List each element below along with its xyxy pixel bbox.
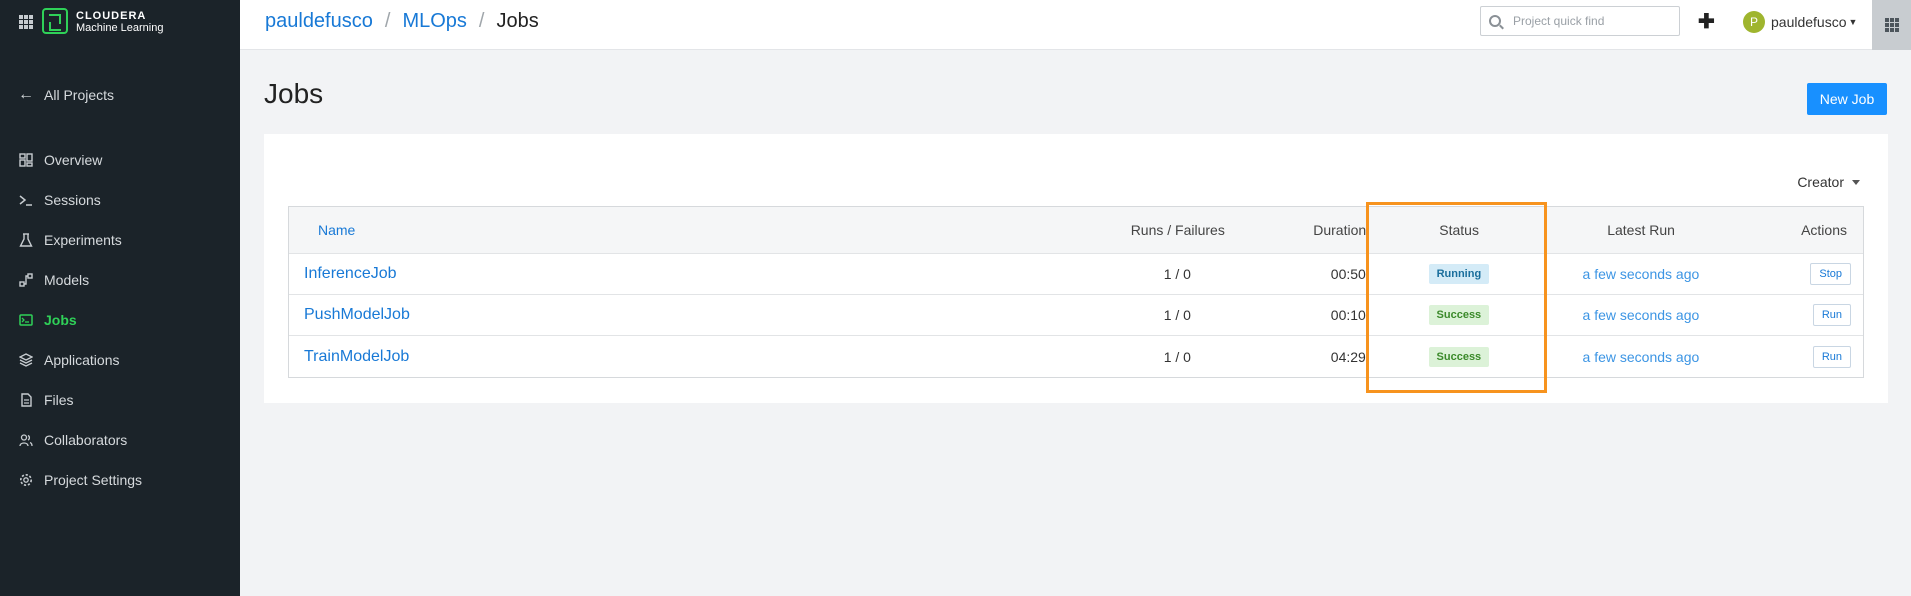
sidebar-item-label: Models bbox=[44, 272, 90, 288]
run-button[interactable]: Run bbox=[1812, 304, 1851, 326]
latest-run-link[interactable]: a few seconds ago bbox=[1583, 266, 1700, 282]
creator-filter-dropdown[interactable]: Creator bbox=[1797, 174, 1860, 190]
sidebar-item-jobs[interactable]: Jobs bbox=[0, 300, 240, 340]
column-header-actions: Actions bbox=[1801, 222, 1847, 238]
sidebar-item-experiments[interactable]: Experiments bbox=[0, 220, 240, 260]
job-name-link[interactable]: PushModelJob bbox=[304, 306, 410, 323]
project-quick-find[interactable] bbox=[1480, 6, 1680, 36]
column-header-name[interactable]: Name bbox=[289, 222, 1085, 238]
avatar: P bbox=[1743, 11, 1765, 33]
layers-icon bbox=[18, 352, 34, 368]
user-name: pauldefusco bbox=[1771, 14, 1847, 30]
duration: 04:29 bbox=[1330, 348, 1366, 365]
stop-button[interactable]: Stop bbox=[1810, 263, 1851, 285]
breadcrumb-user[interactable]: pauldefusco bbox=[265, 10, 373, 33]
duration: 00:10 bbox=[1330, 307, 1366, 323]
status-badge: Success bbox=[1428, 305, 1490, 325]
jobs-panel: Creator Name Runs / Failures Duration St… bbox=[264, 134, 1888, 403]
sidebar-item-label: Sessions bbox=[44, 192, 101, 208]
table-row: PushModelJob 1 / 0 00:10 Success a few s… bbox=[289, 295, 1863, 336]
search-icon bbox=[1489, 15, 1501, 27]
gear-icon bbox=[18, 472, 34, 488]
user-menu[interactable]: P pauldefusco ▼ bbox=[1743, 11, 1857, 33]
file-icon bbox=[18, 392, 34, 408]
sidebar-item-label: Collaborators bbox=[44, 432, 128, 448]
flask-icon bbox=[18, 232, 34, 248]
creator-filter-label: Creator bbox=[1797, 174, 1844, 190]
sidebar-item-sessions[interactable]: Sessions bbox=[0, 180, 240, 220]
apps-grid-button[interactable] bbox=[1872, 0, 1911, 50]
latest-run-link[interactable]: a few seconds ago bbox=[1583, 349, 1700, 365]
sidebar: CLOUDERA Machine Learning ← All Projects… bbox=[0, 0, 240, 596]
sidebar-item-models[interactable]: Models bbox=[0, 260, 240, 300]
sidebar-item-overview[interactable]: Overview bbox=[0, 140, 240, 180]
column-header-latest-run: Latest Run bbox=[1607, 222, 1675, 238]
job-name-link[interactable]: InferenceJob bbox=[304, 265, 397, 282]
runs-failures: 1 / 0 bbox=[1163, 348, 1191, 365]
caret-down-icon: ▼ bbox=[1848, 17, 1858, 27]
breadcrumb-separator: / bbox=[478, 10, 485, 32]
status-badge: Success bbox=[1428, 346, 1490, 367]
table-row: InferenceJob 1 / 0 00:50 Running a few s… bbox=[289, 254, 1863, 295]
sidebar-item-label: Applications bbox=[44, 352, 120, 368]
models-icon bbox=[18, 272, 34, 288]
dashboard-icon bbox=[18, 152, 34, 168]
latest-run-link[interactable]: a few seconds ago bbox=[1583, 307, 1700, 323]
chevron-down-icon bbox=[1852, 179, 1860, 185]
table-header: Name Runs / Failures Duration Status Lat… bbox=[289, 207, 1863, 254]
column-header-runs: Runs / Failures bbox=[1130, 222, 1225, 238]
breadcrumb-current: Jobs bbox=[496, 10, 539, 32]
cloudera-logo-icon bbox=[42, 8, 68, 34]
sidebar-item-collaborators[interactable]: Collaborators bbox=[0, 420, 240, 460]
status-badge: Running bbox=[1428, 264, 1490, 284]
brand-text: CLOUDERA Machine Learning bbox=[76, 10, 163, 34]
app-launcher-icon[interactable] bbox=[19, 15, 33, 29]
sidebar-item-label: Experiments bbox=[44, 232, 122, 248]
column-header-duration: Duration bbox=[1313, 222, 1367, 238]
sidebar-item-applications[interactable]: Applications bbox=[0, 340, 240, 380]
terminal-icon bbox=[18, 192, 34, 208]
sidebar-item-project-settings[interactable]: Project Settings bbox=[0, 460, 240, 500]
brand-header: CLOUDERA Machine Learning bbox=[0, 0, 240, 44]
all-projects-link[interactable]: ← All Projects bbox=[18, 86, 114, 104]
column-header-status: Status bbox=[1439, 222, 1479, 238]
job-name-link[interactable]: TrainModelJob bbox=[304, 348, 409, 365]
sidebar-item-files[interactable]: Files bbox=[0, 380, 240, 420]
sidebar-item-label: Jobs bbox=[44, 312, 77, 328]
brand-name: CLOUDERA bbox=[76, 10, 147, 22]
brand-product: Machine Learning bbox=[76, 22, 164, 34]
top-bar: pauldefusco / MLOps / Jobs ✚ P pauldefus… bbox=[240, 0, 1911, 50]
search-input[interactable] bbox=[1513, 14, 1673, 28]
users-icon bbox=[18, 432, 34, 448]
jobs-table: Name Runs / Failures Duration Status Lat… bbox=[288, 206, 1864, 378]
new-job-button[interactable]: New Job bbox=[1807, 83, 1887, 115]
run-button[interactable]: Run bbox=[1812, 345, 1851, 368]
all-projects-label: All Projects bbox=[44, 87, 115, 103]
breadcrumb-separator: / bbox=[384, 10, 391, 32]
sidebar-item-label: Project Settings bbox=[44, 472, 143, 488]
grid-icon bbox=[1884, 18, 1899, 32]
page-title: Jobs bbox=[264, 78, 324, 109]
duration: 00:50 bbox=[1330, 266, 1366, 282]
jobs-icon bbox=[18, 312, 34, 328]
sidebar-item-label: Overview bbox=[44, 152, 103, 168]
breadcrumb-project[interactable]: MLOps bbox=[402, 10, 466, 33]
breadcrumb: pauldefusco / MLOps / Jobs bbox=[265, 10, 539, 33]
table-row: TrainModelJob 1 / 0 04:29 Success a few … bbox=[289, 336, 1863, 377]
arrow-left-icon: ← bbox=[18, 86, 34, 103]
sidebar-nav: Overview Sessions Experiments Models Job… bbox=[0, 140, 240, 500]
runs-failures: 1 / 0 bbox=[1163, 266, 1191, 282]
runs-failures: 1 / 0 bbox=[1163, 307, 1191, 323]
sidebar-item-label: Files bbox=[44, 392, 74, 408]
add-button[interactable]: ✚ bbox=[1698, 9, 1715, 34]
